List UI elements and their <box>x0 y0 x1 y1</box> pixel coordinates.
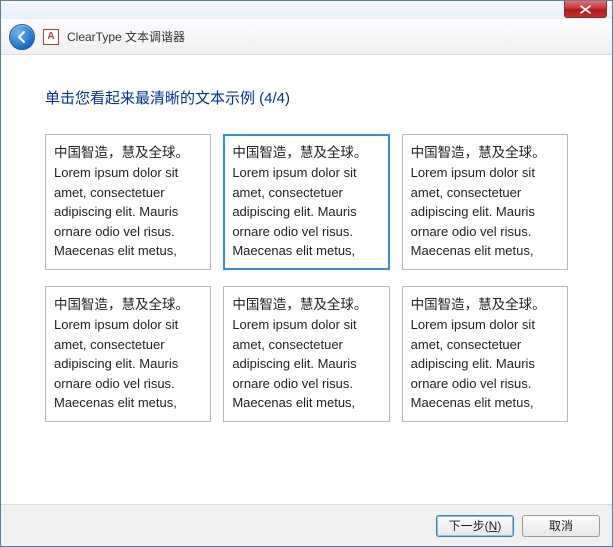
text-sample-1[interactable]: 中国智造，慧及全球。Lorem ipsum dolor sit amet, co… <box>45 134 211 270</box>
footer-bar: 下一步(N) 取消 <box>1 504 612 546</box>
sample-latin-text: Lorem ipsum dolor sit amet, consectetuer… <box>54 163 202 261</box>
sample-grid: 中国智造，慧及全球。Lorem ipsum dolor sit amet, co… <box>45 134 568 422</box>
next-label-prefix: 下一步( <box>449 517 489 534</box>
text-sample-4[interactable]: 中国智造，慧及全球。Lorem ipsum dolor sit amet, co… <box>45 286 211 422</box>
next-label-accel: N <box>489 519 498 533</box>
cancel-button[interactable]: 取消 <box>522 515 600 537</box>
sample-cjk-text: 中国智造，慧及全球。 <box>232 295 380 315</box>
sample-latin-text: Lorem ipsum dolor sit amet, consectetuer… <box>232 315 380 413</box>
sample-cjk-text: 中国智造，慧及全球。 <box>232 143 380 163</box>
sample-latin-text: Lorem ipsum dolor sit amet, consectetuer… <box>411 315 559 413</box>
back-arrow-icon <box>15 30 29 44</box>
close-icon <box>580 5 591 14</box>
sample-latin-text: Lorem ipsum dolor sit amet, consectetuer… <box>54 315 202 413</box>
app-icon: A <box>43 29 59 45</box>
text-sample-6[interactable]: 中国智造，慧及全球。Lorem ipsum dolor sit amet, co… <box>402 286 568 422</box>
next-label-suffix: ) <box>497 519 501 533</box>
text-sample-5[interactable]: 中国智造，慧及全球。Lorem ipsum dolor sit amet, co… <box>223 286 389 422</box>
sample-latin-text: Lorem ipsum dolor sit amet, consectetuer… <box>232 163 380 261</box>
sample-cjk-text: 中国智造，慧及全球。 <box>411 295 559 315</box>
page-heading: 单击您看起来最清晰的文本示例 (4/4) <box>45 87 568 108</box>
sample-cjk-text: 中国智造，慧及全球。 <box>411 143 559 163</box>
window-title: ClearType 文本调谐器 <box>67 28 185 45</box>
text-sample-2[interactable]: 中国智造，慧及全球。Lorem ipsum dolor sit amet, co… <box>223 134 389 270</box>
text-sample-3[interactable]: 中国智造，慧及全球。Lorem ipsum dolor sit amet, co… <box>402 134 568 270</box>
sample-latin-text: Lorem ipsum dolor sit amet, consectetuer… <box>411 163 559 261</box>
sample-cjk-text: 中国智造，慧及全球。 <box>54 295 202 315</box>
header-bar: A ClearType 文本调谐器 <box>1 19 612 55</box>
back-button[interactable] <box>9 24 35 50</box>
close-button[interactable] <box>564 1 607 18</box>
next-button[interactable]: 下一步(N) <box>436 515 514 537</box>
sample-cjk-text: 中国智造，慧及全球。 <box>54 143 202 163</box>
